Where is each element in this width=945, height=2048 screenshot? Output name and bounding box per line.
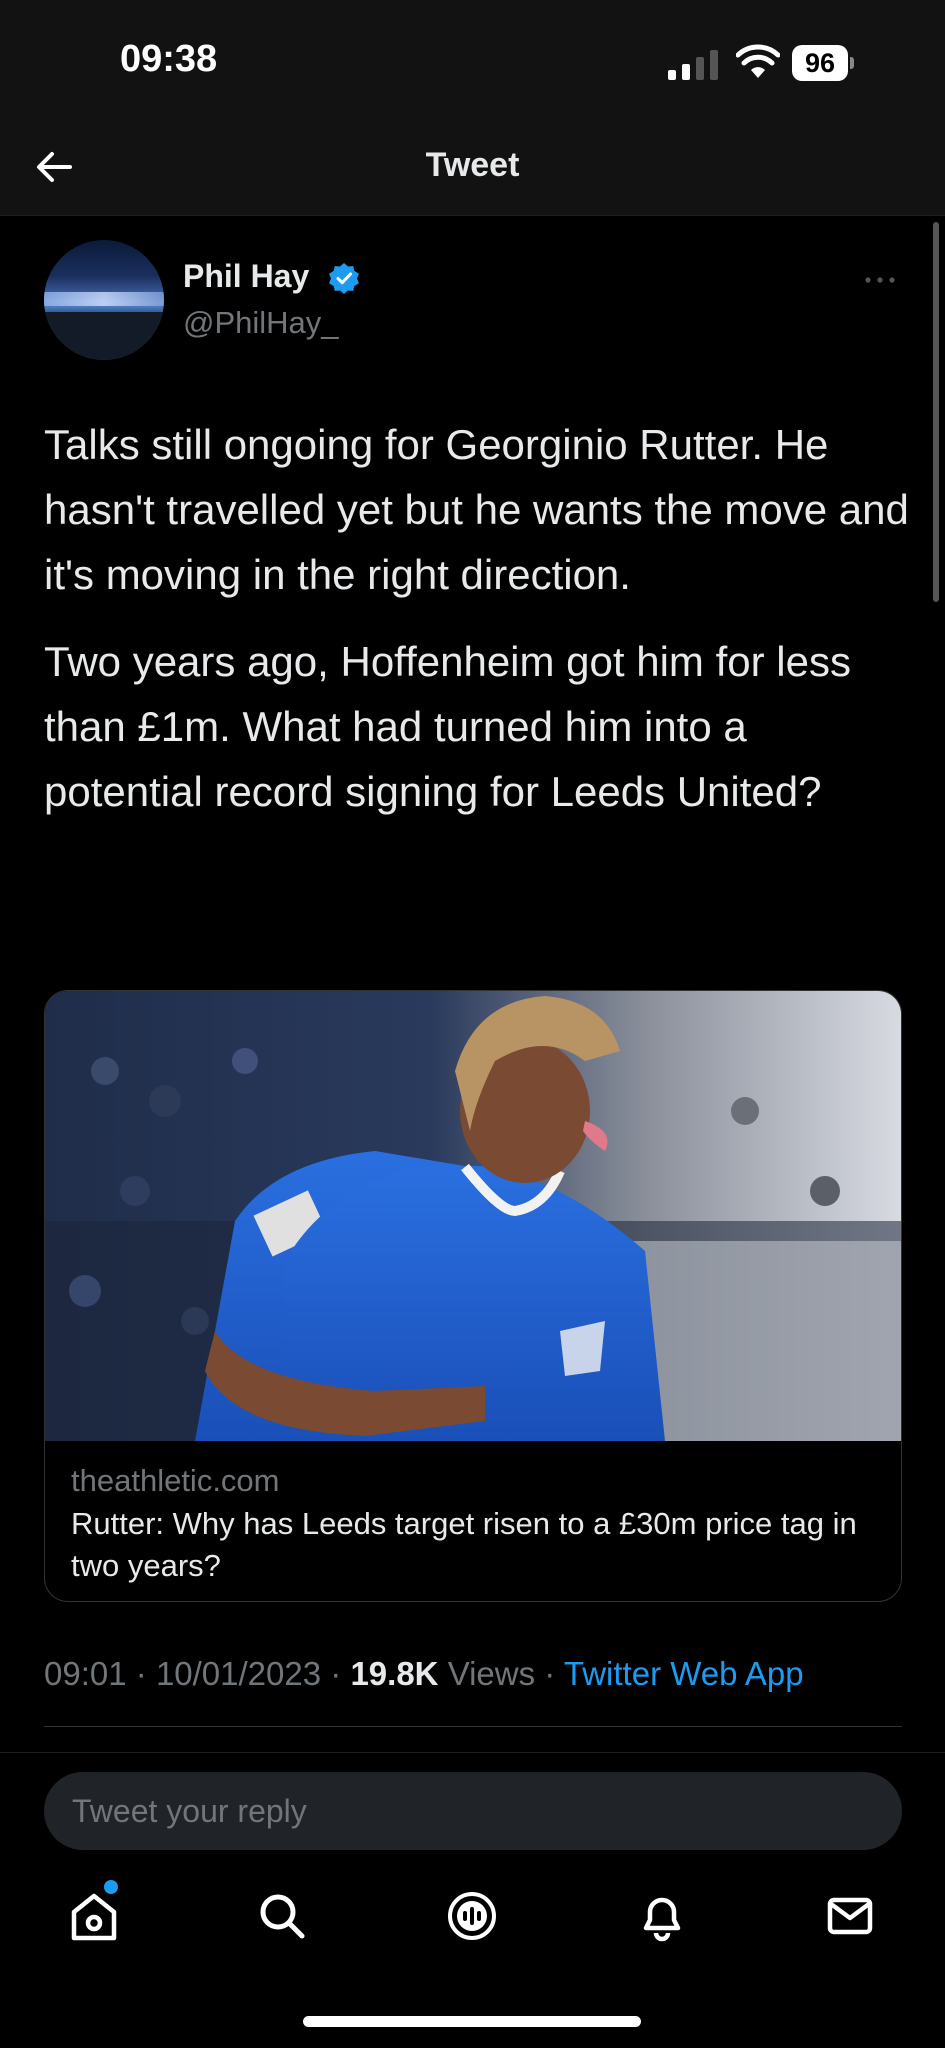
meta-separator: · [135,1655,147,1692]
home-notification-dot [104,1880,118,1894]
status-bar: 09:38 96 [0,0,945,130]
views-count[interactable]: 19.8K [350,1655,438,1692]
battery-level: 96 [792,45,848,81]
meta-separator: · [544,1655,556,1692]
tweet-time: 09:01 [44,1655,127,1692]
tweet-date: 10/01/2023 [155,1655,322,1692]
battery-icon: 96 [792,45,854,81]
wifi-icon [736,44,780,78]
nav-bar: Tweet [0,130,945,216]
notifications-icon[interactable] [632,1886,692,1946]
search-icon[interactable] [252,1886,312,1946]
author-handle[interactable]: @PhilHay_ [183,305,339,341]
tweet-text: Talks still ongoing for Georginio Rutter… [44,412,914,824]
tweet-paragraph: Talks still ongoing for Georginio Rutter… [44,421,909,598]
signal-icon [668,50,718,80]
divider [44,1726,902,1727]
home-indicator[interactable] [303,2016,641,2027]
reply-bar [0,1752,945,1850]
more-options-icon[interactable] [862,262,898,298]
home-icon[interactable] [64,1886,124,1946]
article-image [45,991,901,1441]
verified-badge-icon [329,263,359,294]
reply-input[interactable] [44,1772,902,1850]
status-time: 09:38 [120,38,218,80]
messages-icon[interactable] [820,1886,880,1946]
views-label: Views [447,1655,536,1692]
page-title: Tweet [425,146,520,184]
card-title: Rutter: Why has Leeds target risen to a … [71,1506,857,1583]
card-domain: theathletic.com [71,1463,280,1498]
scrollbar[interactable] [933,222,939,602]
spaces-icon[interactable] [442,1886,502,1946]
source-app-link[interactable]: Twitter Web App [564,1655,804,1692]
avatar[interactable] [44,240,164,360]
link-preview-card[interactable]: theathletic.com Rutter: Why has Leeds ta… [44,990,902,1602]
tweet-meta: 09:01 · 10/01/2023 · 19.8K Views · Twitt… [44,1655,804,1693]
tab-bar [0,1860,945,1980]
meta-separator: · [330,1655,342,1692]
author-name[interactable]: Phil Hay [183,258,309,295]
tweet-paragraph: Two years ago, Hoffenheim got him for le… [44,638,851,815]
